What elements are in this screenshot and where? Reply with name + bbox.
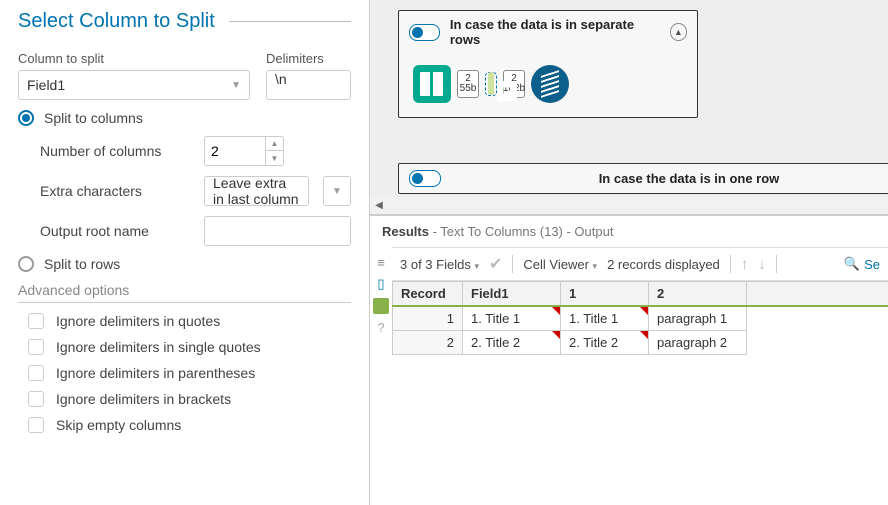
- record-count: 2 records displayed: [607, 257, 720, 272]
- delim-value: \n: [275, 71, 287, 87]
- arrow-down-icon[interactable]: ↓: [758, 256, 766, 273]
- config-panel: Select Column to Split Column to split F…: [0, 0, 370, 505]
- results-panel: Results - Text To Columns (13) - Output …: [370, 215, 888, 505]
- checkbox-label: Ignore delimiters in brackets: [56, 391, 231, 407]
- selected-tool-halo: [485, 72, 497, 96]
- container-one-row[interactable]: In case the data is in one row: [398, 163, 888, 194]
- right-area: In case the data is in separate rows ▲ 2…: [370, 0, 888, 505]
- list-icon[interactable]: ≡: [377, 255, 385, 270]
- cell[interactable]: paragraph 1: [649, 306, 747, 331]
- title-divider: [229, 21, 351, 22]
- numcols-input[interactable]: [204, 136, 266, 166]
- meta-icon[interactable]: ▯: [377, 276, 384, 292]
- checkbox-icon: [28, 313, 44, 329]
- chevron-down-icon: ▼: [332, 186, 342, 197]
- separator: [730, 255, 731, 273]
- checkbox-icon: [28, 365, 44, 381]
- col-header-spacer: [747, 282, 888, 307]
- col-header[interactable]: Record: [393, 282, 463, 307]
- table-row[interactable]: 1 1. Title 1 1. Title 1 paragraph 1: [393, 306, 888, 331]
- radio-label: Split to columns: [44, 110, 143, 126]
- cell[interactable]: 1. Title 1: [561, 306, 649, 331]
- checkbox-label: Ignore delimiters in parentheses: [56, 365, 255, 381]
- delim-input[interactable]: \n: [266, 70, 351, 100]
- step-down-icon[interactable]: ▼: [266, 151, 284, 166]
- radio-split-rows[interactable]: Split to rows: [18, 256, 351, 272]
- cell[interactable]: 2. Title 2: [561, 331, 649, 355]
- advanced-divider: [18, 302, 351, 303]
- extra-select[interactable]: Leave extra in last column: [204, 176, 309, 206]
- rootname-input[interactable]: [204, 216, 351, 246]
- cell[interactable]: 1: [393, 306, 463, 331]
- help-icon[interactable]: ?: [377, 320, 384, 335]
- results-subtitle: - Text To Columns (13) - Output: [429, 224, 613, 239]
- numcols-stepper[interactable]: ▲ ▼: [204, 136, 284, 166]
- toggle-on-icon[interactable]: [409, 170, 441, 187]
- table-header-row: Record Field1 1 2: [393, 282, 888, 307]
- step-up-icon[interactable]: ▲: [266, 136, 284, 151]
- extra-label: Extra characters: [40, 183, 190, 199]
- col-header[interactable]: 2: [649, 282, 747, 307]
- radio-dot-off-icon: [18, 256, 34, 272]
- extra-value: Leave extra in last column: [213, 175, 300, 207]
- workflow-canvas[interactable]: In case the data is in separate rows ▲ 2…: [370, 0, 888, 215]
- container-separate-rows[interactable]: In case the data is in separate rows ▲ 2…: [398, 10, 698, 118]
- horizontal-scrollbar[interactable]: ◀: [370, 196, 888, 214]
- chevron-down-icon: ▼: [231, 80, 241, 91]
- text-to-columns-tool-icon[interactable]: [488, 72, 494, 95]
- collapse-up-icon[interactable]: ▲: [670, 23, 687, 41]
- col-header[interactable]: Field1: [463, 282, 561, 307]
- checkbox-label: Ignore delimiters in quotes: [56, 313, 220, 329]
- results-toolbar: 3 of 3 Fields ▾ ✔ Cell Viewer ▾ 2 record…: [392, 247, 888, 281]
- numcols-label: Number of columns: [40, 143, 190, 159]
- separator: [776, 255, 777, 273]
- browse-tool-icon[interactable]: [531, 65, 569, 103]
- chk-parentheses[interactable]: Ignore delimiters in parentheses: [28, 365, 351, 381]
- rootname-label: Output root name: [40, 223, 190, 239]
- checkbox-icon: [28, 391, 44, 407]
- arrow-up-icon[interactable]: ↑: [741, 256, 749, 273]
- connection-anchor[interactable]: 2 55b: [457, 70, 479, 98]
- cell[interactable]: 1. Title 1: [463, 306, 561, 331]
- column-label: Column to split: [18, 51, 250, 66]
- cell[interactable]: paragraph 2: [649, 331, 747, 355]
- check-icon[interactable]: ✔: [489, 254, 502, 274]
- search-icon: 🔍: [844, 256, 860, 272]
- separator: [512, 255, 513, 273]
- extra-dropdown-btn[interactable]: ▼: [323, 176, 351, 206]
- cell[interactable]: 2. Title 2: [463, 331, 561, 355]
- chk-skip-empty[interactable]: Skip empty columns: [28, 417, 351, 433]
- container-title: In case the data is in one row: [451, 171, 888, 186]
- checkbox-icon: [28, 339, 44, 355]
- scroll-left-icon[interactable]: ◀: [370, 196, 388, 214]
- checkbox-label: Ignore delimiters in single quotes: [56, 339, 261, 355]
- checkbox-icon: [28, 417, 44, 433]
- table-row[interactable]: 2 2. Title 2 2. Title 2 paragraph 2: [393, 331, 888, 355]
- advanced-heading: Advanced options: [18, 282, 351, 298]
- radio-split-columns[interactable]: Split to columns: [18, 110, 351, 126]
- cell[interactable]: 2: [393, 331, 463, 355]
- column-value: Field1: [27, 77, 65, 93]
- cellviewer-dropdown[interactable]: Cell Viewer ▾: [523, 257, 597, 272]
- col-header[interactable]: 1: [561, 282, 649, 307]
- chk-brackets[interactable]: Ignore delimiters in brackets: [28, 391, 351, 407]
- results-title: Results: [382, 224, 429, 239]
- text-input-tool-icon[interactable]: [413, 65, 451, 103]
- chk-quotes[interactable]: Ignore delimiters in quotes: [28, 313, 351, 329]
- fields-dropdown[interactable]: 3 of 3 Fields ▾: [400, 257, 479, 272]
- results-table[interactable]: Record Field1 1 2 1 1. Title 1 1. Title …: [392, 281, 888, 355]
- container-title: In case the data is in separate rows: [450, 17, 660, 47]
- active-output-icon[interactable]: [373, 298, 389, 314]
- checkbox-label: Skip empty columns: [56, 417, 181, 433]
- radio-label: Split to rows: [44, 256, 120, 272]
- delim-label: Delimiters: [266, 51, 351, 66]
- search-input[interactable]: 🔍Se: [844, 256, 880, 272]
- column-select[interactable]: Field1 ▼: [18, 70, 250, 100]
- results-leftbar: ≡ ▯ ?: [370, 247, 392, 355]
- panel-title: Select Column to Split: [18, 10, 215, 33]
- chk-single-quotes[interactable]: Ignore delimiters in single quotes: [28, 339, 351, 355]
- toggle-on-icon[interactable]: [409, 24, 440, 41]
- radio-dot-on-icon: [18, 110, 34, 126]
